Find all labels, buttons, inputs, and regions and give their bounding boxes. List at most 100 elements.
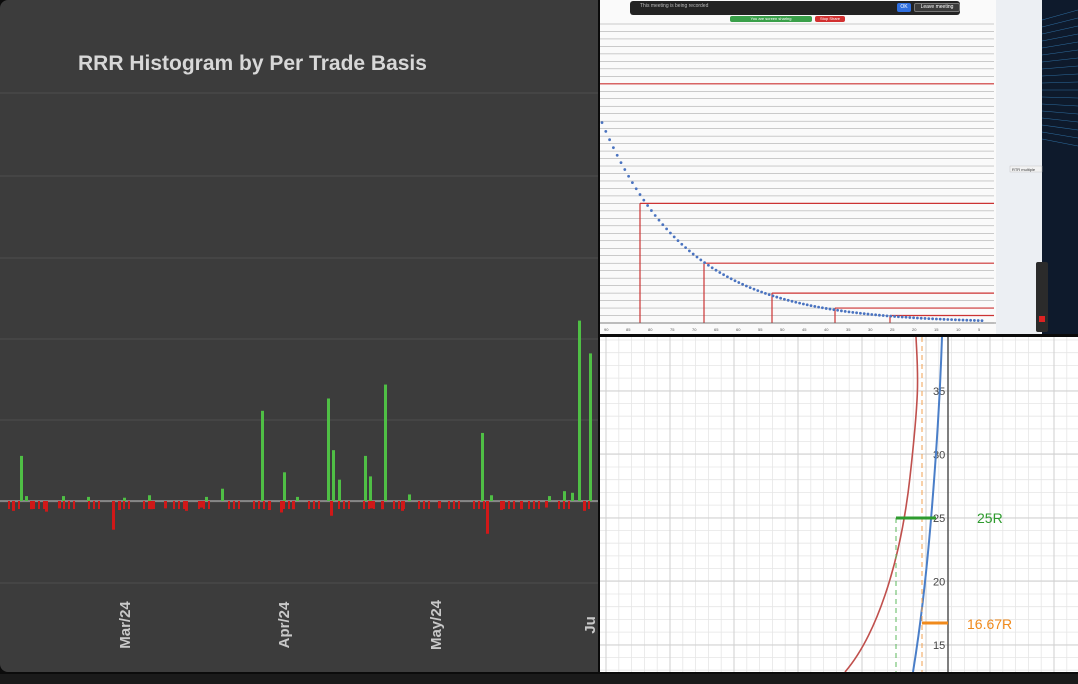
bar-negative-small [473, 501, 475, 509]
x-tick-label: 15 [934, 327, 939, 332]
bar-negative-small [238, 501, 240, 509]
month-label: Apr/24 [276, 601, 293, 648]
bar-negative-small [308, 501, 310, 509]
ok-button[interactable]: OK [897, 3, 911, 12]
bar-positive [283, 472, 286, 501]
x-tick-label: 80 [648, 327, 653, 332]
data-point [707, 263, 710, 267]
bar-negative [268, 501, 271, 511]
bar-positive [408, 494, 411, 501]
data-point [809, 304, 813, 308]
red-curve [844, 337, 919, 672]
bar-positive [563, 491, 566, 501]
bar-negative-small [448, 501, 450, 509]
data-point [608, 138, 611, 142]
data-point [976, 319, 980, 322]
data-point [904, 315, 908, 319]
data-point [889, 314, 893, 318]
data-point [726, 275, 729, 279]
data-point [965, 318, 969, 322]
data-point [893, 315, 896, 318]
bar-negative-small [533, 501, 535, 509]
data-point [779, 296, 782, 300]
bar-negative-small [313, 501, 315, 509]
bar-negative-small [43, 501, 45, 509]
bar-positive [338, 479, 341, 501]
data-point [764, 291, 767, 295]
bar-positive [20, 455, 23, 501]
bar-positive [261, 410, 264, 501]
data-point [638, 193, 642, 196]
bar-negative-small [528, 501, 530, 509]
data-point [729, 277, 733, 281]
bar-negative-small [263, 501, 265, 509]
bar-negative-small [558, 501, 560, 509]
data-point [916, 316, 919, 320]
data-point [950, 318, 953, 322]
y-tick-label: 15 [933, 640, 945, 652]
bar-negative-small [18, 501, 20, 509]
data-point [794, 300, 798, 304]
data-point [600, 121, 604, 125]
bar-negative-small [453, 501, 455, 509]
bar-negative-small [373, 501, 375, 509]
x-tick-label: 75 [670, 327, 675, 332]
bar-negative [30, 501, 33, 510]
data-point [961, 318, 965, 322]
data-point [927, 317, 931, 321]
bar-negative-small [538, 501, 540, 509]
bar-negative-small [183, 501, 185, 509]
bar-positive [327, 398, 330, 501]
bar-negative-small [128, 501, 130, 509]
bar-negative [164, 501, 167, 509]
data-point [775, 295, 779, 299]
data-point [612, 146, 615, 150]
data-point [623, 168, 627, 171]
data-point [684, 246, 687, 250]
bar-positive [205, 496, 208, 501]
bar-positive [384, 384, 387, 501]
bar-negative-small [348, 501, 350, 509]
histogram-panel: Mar/24 Apr/24 May/24 Ju RRR Histogram by Pe… [0, 0, 598, 672]
data-point [878, 313, 881, 317]
data-point [676, 239, 680, 243]
data-point [957, 318, 961, 322]
bar-negative-small [228, 501, 230, 509]
data-point [741, 282, 744, 286]
bar-negative [545, 501, 548, 508]
data-point [881, 314, 885, 317]
data-point [748, 286, 752, 290]
leave-meeting-button[interactable]: Leave meeting [914, 3, 960, 12]
bar-negative-small [8, 501, 10, 509]
bar-negative [500, 501, 503, 511]
bar-negative-small [13, 501, 15, 509]
data-point [969, 318, 972, 322]
bar-negative-small [483, 501, 485, 509]
bar-negative [330, 501, 333, 516]
data-point [680, 242, 684, 246]
data-point [805, 303, 809, 307]
data-point [790, 299, 794, 303]
data-point [783, 297, 786, 301]
data-point [908, 316, 912, 319]
data-point [828, 307, 832, 311]
bar-negative-small [38, 501, 40, 509]
x-tick-label: 25 [890, 327, 895, 332]
data-point [885, 314, 889, 318]
data-point [973, 319, 976, 322]
decay-scatter-chart: 10.009.509.008.508.007.507.006.506.005.5… [600, 23, 996, 332]
bar-negative-small [283, 501, 285, 509]
bar-negative-small [68, 501, 70, 509]
stop-share-button[interactable]: Stop Share [815, 16, 845, 22]
data-point [821, 306, 824, 310]
data-point [862, 312, 866, 316]
data-point [737, 281, 741, 284]
bar-negative-small [88, 501, 90, 509]
bar-positive [571, 492, 574, 501]
data-point [657, 218, 661, 222]
data-point [938, 317, 942, 321]
data-point [851, 310, 855, 314]
bar-positive [123, 497, 126, 501]
bar-negative-small [178, 501, 180, 509]
data-point [619, 161, 623, 164]
